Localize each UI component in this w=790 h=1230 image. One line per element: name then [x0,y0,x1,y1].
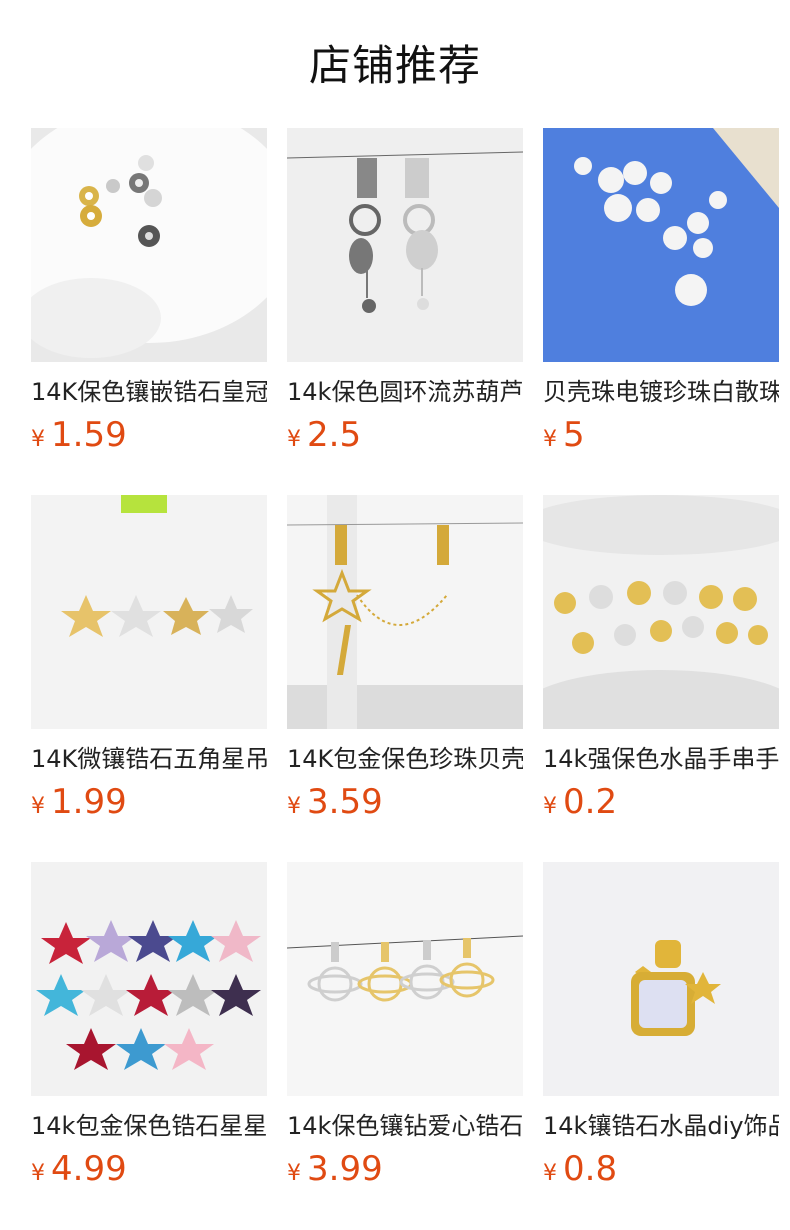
product-card[interactable]: 14k保色圆环流苏葫芦 ¥2.5 [287,128,523,495]
price-value: 5 [563,415,585,455]
star-chain-earring-image[interactable] [287,495,523,729]
price-value: 1.59 [51,415,127,455]
pearl-beads-image[interactable] [543,128,779,362]
product-card[interactable]: 贝壳珠电镀珍珠白散珠 ¥5 [543,128,779,495]
currency-symbol: ¥ [31,794,45,819]
currency-symbol: ¥ [543,1161,557,1186]
product-card[interactable]: 14k强保色水晶手串手 ¥0.2 [543,495,779,862]
currency-symbol: ¥ [287,1161,301,1186]
product-name[interactable]: 14K微镶锆石五角星吊 [31,744,267,774]
product-price: ¥1.99 [31,782,267,828]
product-name[interactable]: 14k保色镶钻爱心锆石 [287,1111,523,1141]
recommendation-page: 店铺推荐 14K保色镶嵌锆石皇冠 ¥ 1.59 14k保色圆环流苏葫芦 ¥ 2.… [0,0,790,1230]
price-value: 1.99 [51,782,127,822]
product-name[interactable]: 14K包金保色珍珠贝壳 [287,744,523,774]
price-value: 0.2 [563,782,618,822]
currency-symbol: ¥ [31,427,45,452]
product-price: ¥0.8 [543,1149,779,1195]
currency-symbol: ¥ [287,427,301,452]
product-card[interactable]: 14K保色镶嵌锆石皇冠 ¥1.59 [31,128,267,495]
product-card[interactable]: 14k保色镶钻爱心锆石 ¥3.99 [287,862,523,1229]
star-pendants-image[interactable] [31,495,267,729]
section-title: 店铺推荐 [308,41,481,90]
product-name[interactable]: 14k强保色水晶手串手 [543,744,779,774]
product-card[interactable]: 14K包金保色珍珠贝壳 ¥3.59 [287,495,523,862]
currency-symbol: ¥ [287,794,301,819]
product-price: ¥2.5 [287,415,523,461]
price-value: 3.59 [307,782,383,822]
product-grid: 14K保色镶嵌锆石皇冠 ¥1.59 14k保色圆环流苏葫芦 ¥ 2.5 贝壳珠电… [31,128,790,1229]
currency-symbol: ¥ [543,427,557,452]
product-price: ¥3.59 [287,782,523,828]
product-card[interactable]: 14k镶锆石水晶diy饰品 ¥0.8 [543,862,779,1229]
crown-beads-image[interactable] [31,128,267,362]
product-name[interactable]: 14k保色圆环流苏葫芦 [287,377,523,407]
product-price: ¥3.99 [287,1149,523,1195]
price-value: 2.5 [307,415,362,455]
product-card[interactable]: 14k包金保色锆石星星 ¥4.99 [31,862,267,1229]
crystal-spacer-beads-image[interactable] [543,495,779,729]
product-price: ¥1.59 [31,415,267,461]
product-card[interactable]: 14K微镶锆石五角星吊 ¥1.99 [31,495,267,862]
price-value: 4.99 [51,1149,127,1189]
product-name[interactable]: 贝壳珠电镀珍珠白散珠 [543,377,779,407]
product-price: ¥0.2 [543,782,779,828]
product-name[interactable]: 14k镶锆石水晶diy饰品 [543,1111,779,1141]
planet-earring-image[interactable] [287,862,523,1096]
product-price: ¥5 [543,415,779,461]
gourd-tassel-earring-image[interactable] [287,128,523,362]
currency-symbol: ¥ [31,1161,45,1186]
product-price: ¥4.99 [31,1149,267,1195]
currency-symbol: ¥ [543,794,557,819]
crystal-pendant-image[interactable] [543,862,779,1096]
product-name[interactable]: 14K保色镶嵌锆石皇冠 [31,377,267,407]
price-value: 0.8 [563,1149,618,1189]
product-name[interactable]: 14k包金保色锆石星星 [31,1111,267,1141]
price-value: 3.99 [307,1149,383,1189]
colored-star-pendants-image[interactable] [31,862,267,1096]
